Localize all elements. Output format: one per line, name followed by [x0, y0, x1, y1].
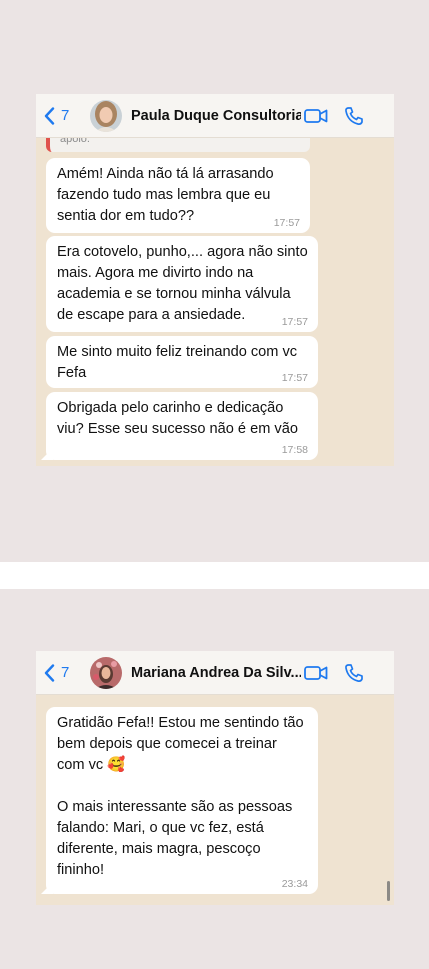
voice-call-button[interactable] — [344, 663, 364, 683]
message-bubble[interactable]: Me sinto muito feliz treinando com vc Fe… — [46, 336, 318, 388]
message-time: 23:34 — [281, 878, 308, 890]
voice-call-button[interactable] — [344, 106, 364, 126]
chat-header: 7 Mariana Andrea Da Silv... — [36, 651, 394, 695]
chevron-left-icon — [44, 106, 55, 125]
avatar[interactable] — [90, 99, 122, 132]
message-text: Gratidão Fefa!! Estou me sentindo tão be… — [57, 715, 304, 878]
message-text: Me sinto muito feliz treinando com vc Fe… — [57, 344, 298, 381]
phone-icon — [345, 663, 363, 682]
contact-name[interactable]: Paula Duque Consultoria — [131, 108, 301, 124]
unread-count: 7 — [61, 664, 70, 681]
message-time: 17:57 — [281, 316, 308, 328]
message-time: 17:57 — [273, 217, 300, 229]
message-bubble[interactable]: Gratidão Fefa!! Estou me sentindo tão be… — [46, 707, 318, 894]
phone-icon — [345, 106, 363, 125]
contact-name[interactable]: Mariana Andrea Da Silv... — [131, 665, 301, 681]
video-camera-icon — [304, 665, 328, 680]
message-time: 17:57 — [281, 372, 308, 384]
screenshot-panel-2: 7 Mariana Andrea Da Silv... Gratidão Fef… — [0, 589, 429, 969]
back-button[interactable]: 7 — [44, 106, 86, 125]
message-text: Obrigada pelo carinho e dedicação viu? E… — [57, 400, 298, 437]
message-text: Era cotovelo, punho,... agora não sinto … — [57, 244, 308, 323]
video-camera-icon — [304, 108, 328, 123]
chat-header: 7 Paula Duque Consultoria — [36, 94, 394, 138]
message-bubble[interactable]: Amém! Ainda não tá lá arrasando fazendo … — [46, 158, 310, 233]
chat-screenshot-1: 7 Paula Duque Consultoria apoio. Amém! A… — [36, 94, 394, 466]
video-call-button[interactable] — [304, 108, 328, 124]
message-text: Amém! Ainda não tá lá arrasando fazendo … — [57, 166, 274, 224]
chat-screenshot-2: 7 Mariana Andrea Da Silv... Gratidão Fef… — [36, 651, 394, 905]
message-time: 17:58 — [281, 444, 308, 456]
screenshot-panel-1: 7 Paula Duque Consultoria apoio. Amém! A… — [0, 0, 429, 562]
back-button[interactable]: 7 — [44, 663, 86, 682]
avatar[interactable] — [90, 656, 122, 689]
message-bubble[interactable]: Era cotovelo, punho,... agora não sinto … — [46, 236, 318, 332]
chevron-left-icon — [44, 663, 55, 682]
unread-count: 7 — [61, 107, 70, 124]
video-call-button[interactable] — [304, 665, 328, 681]
message-bubble[interactable]: Obrigada pelo carinho e dedicação viu? E… — [46, 392, 318, 460]
scrollbar[interactable] — [387, 881, 390, 901]
